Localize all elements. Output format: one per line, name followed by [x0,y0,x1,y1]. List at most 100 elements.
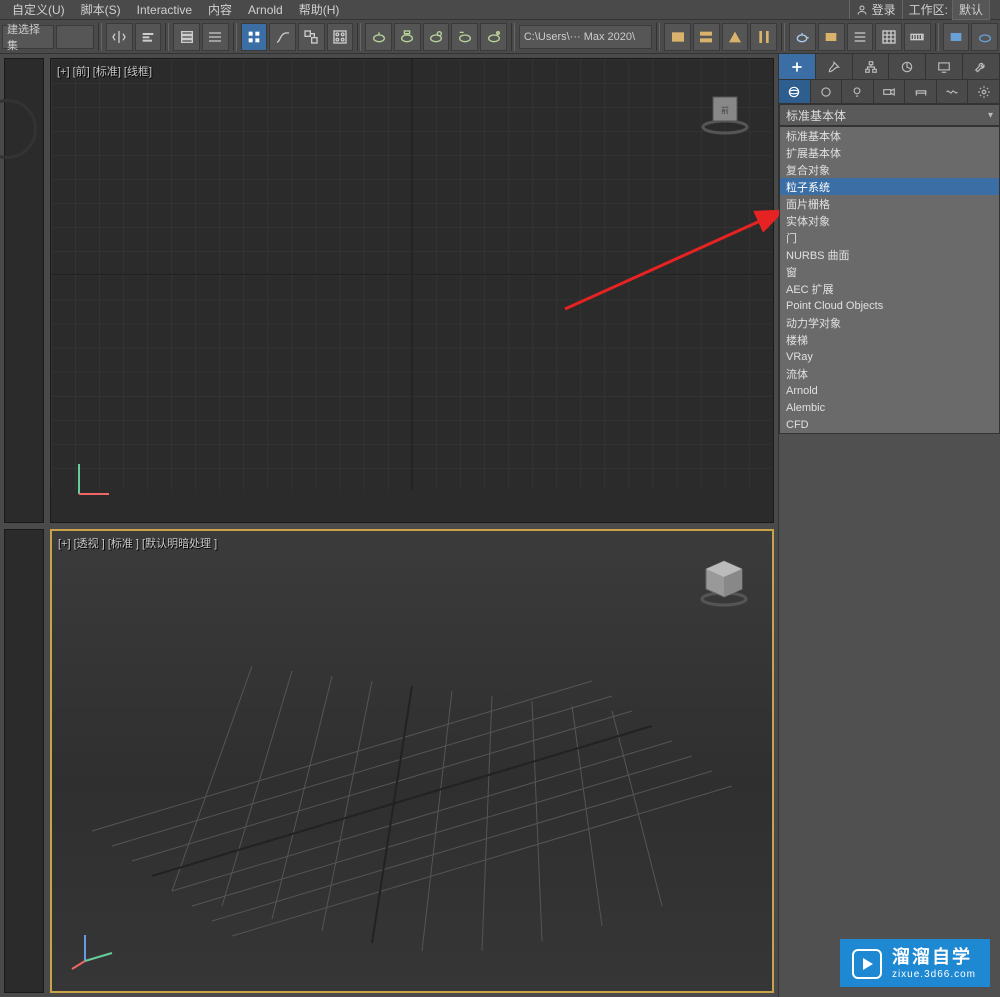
cat-lights[interactable] [842,80,874,103]
dropdown-item[interactable]: 扩展基本体 [780,144,999,161]
sphere-icon [787,85,801,99]
render-preset-icon[interactable] [451,23,478,51]
vray-render-icon[interactable] [971,23,998,51]
render-frame-icon[interactable] [394,23,421,51]
command-panel: 标准基本体 标准基本体 扩展基本体 复合对象 粒子系统 面片栅格 实体对象 门 … [778,54,1000,997]
dropdown-item[interactable]: 实体对象 [780,212,999,229]
path-field[interactable]: C:\Users\··· Max 2020\ [519,25,653,49]
dropdown-item[interactable]: 窗 [780,263,999,280]
cat-geometry[interactable] [779,80,811,103]
plus-icon [790,60,804,74]
cat-spacewarps[interactable] [937,80,969,103]
viewport-bottomleft-stub[interactable] [4,529,44,994]
cat-helpers[interactable] [905,80,937,103]
tab-utilities[interactable] [963,54,1000,79]
dropdown-item[interactable]: 面片栅格 [780,195,999,212]
command-panel-tabs [779,54,1000,80]
menu-interactive[interactable]: Interactive [129,1,200,19]
scene-track-icon[interactable] [750,23,777,51]
dropdown-item[interactable]: 门 [780,229,999,246]
workspace-label: 工作区: [909,1,948,18]
teapot-icon[interactable] [789,23,816,51]
tab-display[interactable] [926,54,963,79]
timeline-icon[interactable] [904,23,931,51]
selection-set-dropdown[interactable] [56,25,94,49]
watermark-main: 溜溜自学 [892,947,976,969]
dropdown-item[interactable]: 流体 [780,365,999,382]
axis-gizmo-icon [69,454,119,504]
menu-help[interactable]: 帮助(H) [291,0,348,20]
prod-render-icon[interactable] [818,23,845,51]
hierarchy-icon [864,60,878,74]
viewcube-icon[interactable]: 前 [695,79,755,139]
wrench-icon [974,60,988,74]
dropdown-item[interactable]: CFD [780,416,999,433]
dropdown-list: 标准基本体 扩展基本体 复合对象 粒子系统 面片栅格 实体对象 门 NURBS … [779,126,1000,434]
curve-editor-icon[interactable] [269,23,296,51]
scene-explorer-icon[interactable] [664,23,691,51]
cat-shapes[interactable] [811,80,843,103]
dropdown-selected[interactable]: 标准基本体 [779,104,1000,126]
helper-icon [914,85,928,99]
user-icon [856,4,868,16]
schematic-icon[interactable] [298,23,325,51]
workspace-value[interactable]: 默认 [952,0,990,20]
viewcube-ring-icon [0,99,37,159]
menu-content[interactable]: 内容 [200,0,240,20]
dropdown-selected-label: 标准基本体 [786,107,846,124]
dropdown-item[interactable]: 标准基本体 [780,127,999,144]
viewport-perspective[interactable]: [+] [透视 ] [标准 ] [默认明暗处理 ] [50,529,774,994]
list-icon[interactable] [847,23,874,51]
mirror-icon[interactable] [106,23,133,51]
play-icon [852,949,882,979]
menu-arnold[interactable]: Arnold [240,1,291,19]
tab-hierarchy[interactable] [853,54,890,79]
align-icon[interactable] [135,23,162,51]
dropdown-item[interactable]: 楼梯 [780,331,999,348]
viewport-container: [+] [前] [标准] [线框] 前 [0,54,778,997]
dropdown-item[interactable]: Alembic [780,399,999,416]
geometry-type-dropdown[interactable]: 标准基本体 标准基本体 扩展基本体 复合对象 粒子系统 面片栅格 实体对象 门 … [779,104,1000,434]
scene-crease-icon[interactable] [722,23,749,51]
layer-explorer-icon[interactable] [202,23,229,51]
dropdown-item[interactable]: NURBS 曲面 [780,246,999,263]
selection-set-field[interactable]: 建选择集 [2,25,54,49]
viewport-row-top: [+] [前] [标准] [线框] 前 [4,58,774,523]
render-cloud-icon[interactable] [480,23,507,51]
ribbon-icon[interactable] [241,23,268,51]
tab-modify[interactable] [816,54,853,79]
watermark-text: 溜溜自学 zixue.3d66.com [892,947,976,981]
dropdown-item[interactable]: Point Cloud Objects [780,297,999,314]
viewport-grid-icon [51,59,773,490]
dropdown-item[interactable]: Arnold [780,382,999,399]
dropdown-item[interactable]: AEC 扩展 [780,280,999,297]
toolbar-sep [656,23,660,51]
menu-customize[interactable]: 自定义(U) [4,0,73,20]
tab-create[interactable] [779,54,816,79]
layers-icon[interactable] [173,23,200,51]
viewport-front[interactable]: [+] [前] [标准] [线框] 前 [50,58,774,523]
tab-motion[interactable] [889,54,926,79]
scene-layers-icon[interactable] [693,23,720,51]
dropdown-item[interactable]: 动力学对象 [780,314,999,331]
login-label: 登录 [872,1,896,18]
render-setup-icon[interactable] [365,23,392,51]
menu-script[interactable]: 脚本(S) [73,0,129,20]
toolbar-sep [781,23,785,51]
vray-frame-icon[interactable] [943,23,970,51]
workspace-selector[interactable]: 工作区: 默认 [903,0,996,20]
cat-systems[interactable] [968,80,1000,103]
motion-icon [900,60,914,74]
dropdown-item[interactable]: 复合对象 [780,161,999,178]
grid-icon[interactable] [875,23,902,51]
viewport-topleft-stub[interactable] [4,58,44,523]
cat-cameras[interactable] [874,80,906,103]
viewcube-persp-icon[interactable] [694,551,754,611]
main-toolbar: 建选择集 C:\Users\··· Max 2020\ [0,20,1000,54]
dropdown-item[interactable]: VRay [780,348,999,365]
login-button[interactable]: 登录 [849,0,902,19]
material-editor-icon[interactable] [327,23,354,51]
render-state-icon[interactable] [423,23,450,51]
menu-bar: 自定义(U) 脚本(S) Interactive 内容 Arnold 帮助(H)… [0,0,1000,20]
dropdown-item-particle-systems[interactable]: 粒子系统 [780,178,999,195]
